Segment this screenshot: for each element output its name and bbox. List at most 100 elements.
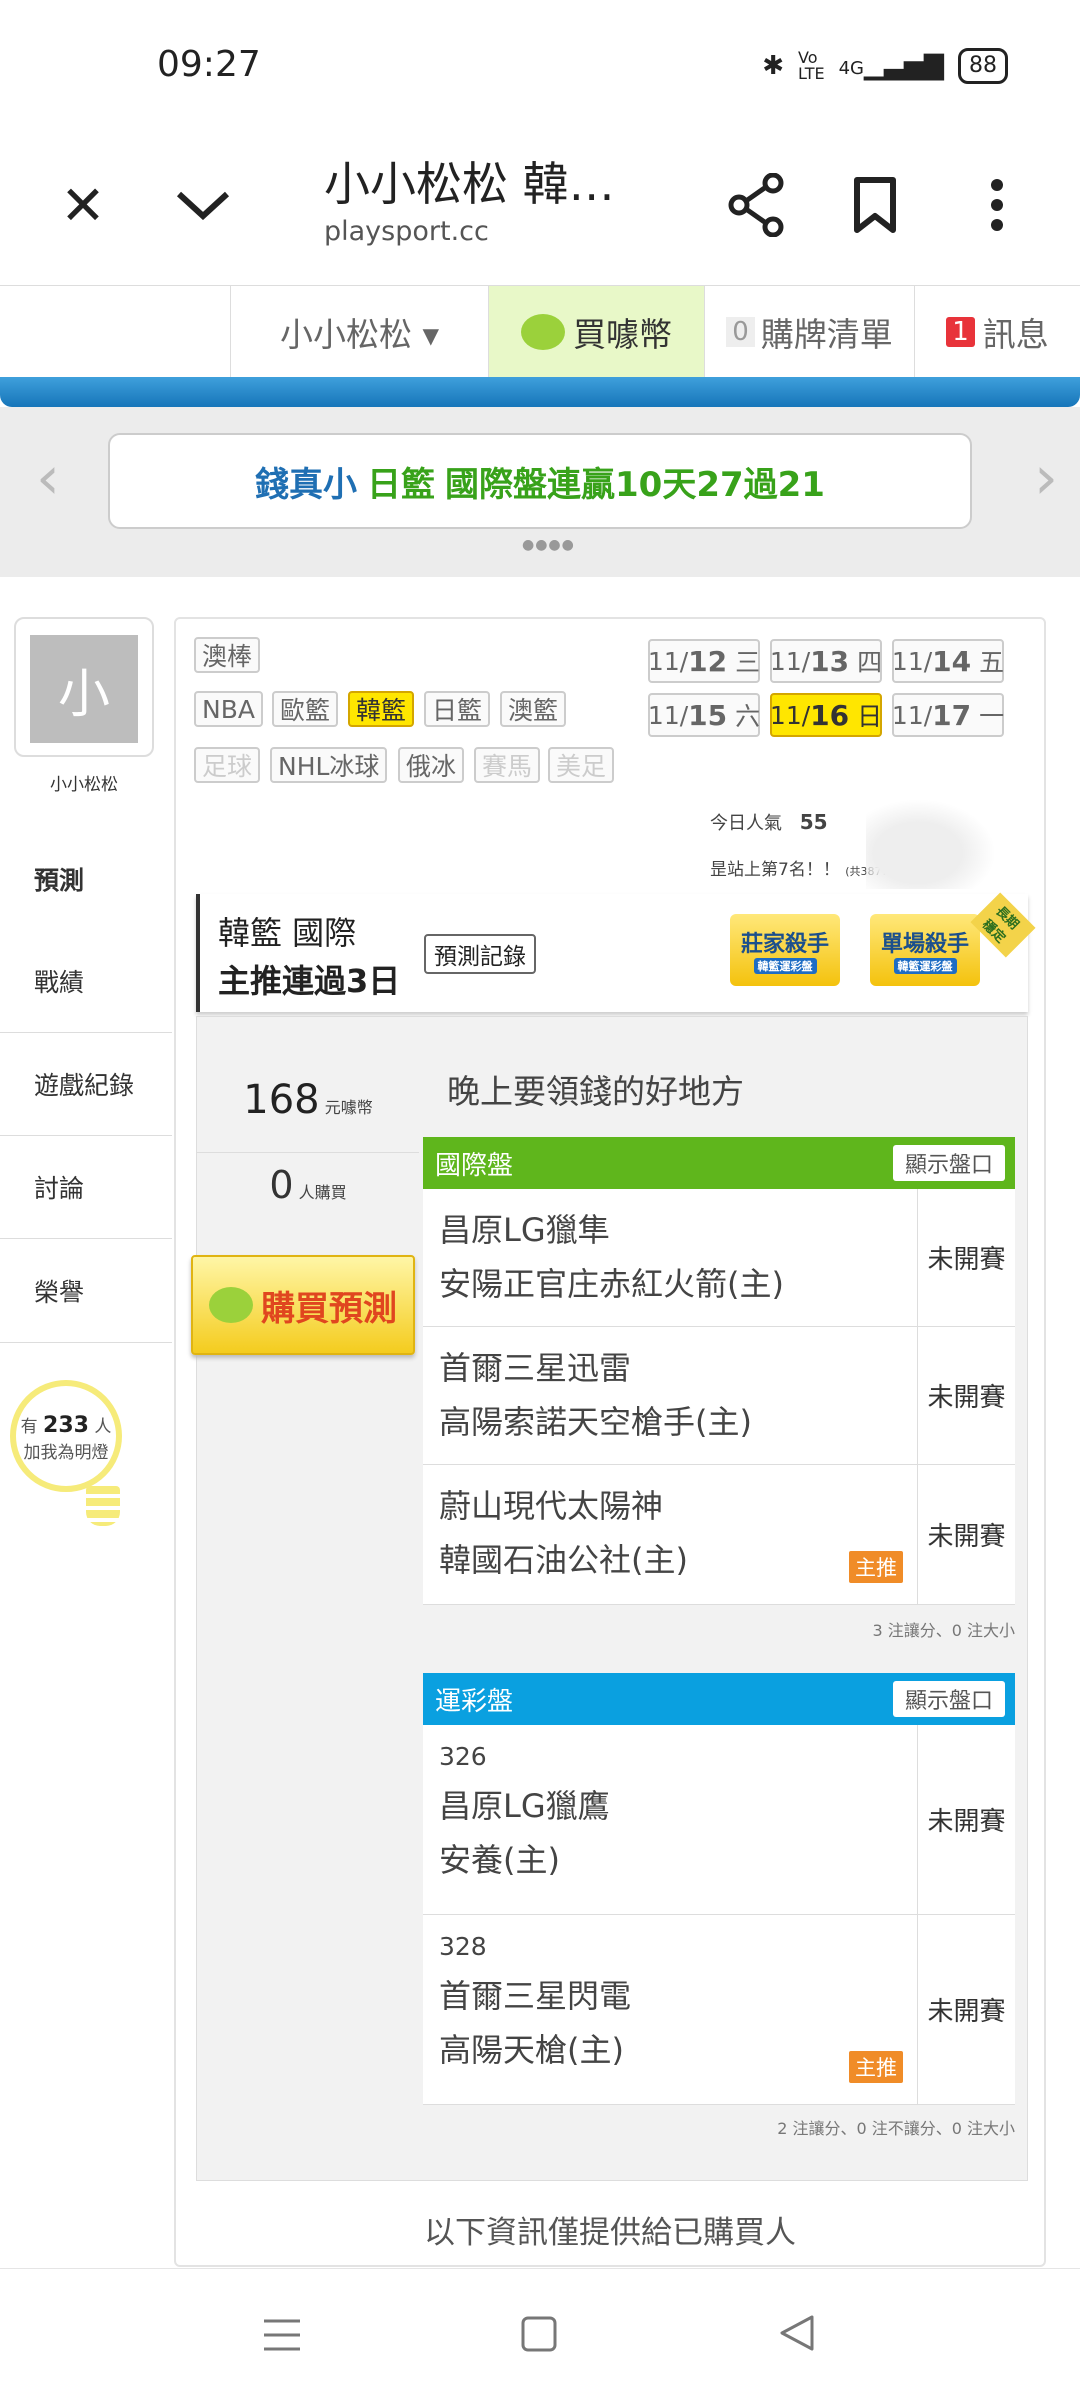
single-killer-badge: 單場殺手 韓籃運彩盤 (870, 914, 980, 986)
buy-prediction-label: 購買預測 (261, 1288, 397, 1329)
message-button[interactable]: 1 訊息 (914, 286, 1080, 378)
browser-toolbar: ✕ 小小松松 韓… playsport.cc (0, 120, 1080, 285)
home-team: 安陽正官庄赤紅火箭(主) (439, 1265, 784, 1303)
league-tag[interactable]: NBA (194, 691, 263, 727)
popularity-value: 55 (799, 810, 828, 834)
away-team: 首爾三星閃電 (439, 1977, 632, 2015)
share-icon[interactable] (722, 170, 792, 240)
league-tag[interactable]: 歐籃 (272, 691, 339, 727)
game-status: 未開賽 (917, 1465, 1015, 1604)
avatar-frame[interactable]: 小 (14, 617, 154, 757)
volte-icon: Vo LTE (798, 48, 825, 83)
game-row: 326 昌原LG獵鷹 安養(主) 未開賽 (423, 1725, 1015, 1915)
prediction-headline: 晚上要領錢的好地方 (447, 1072, 744, 1111)
buy-coin-button[interactable]: 買噱幣 (488, 286, 704, 378)
league-summary: 韓籃 國際 主推連過3日 預測記錄 莊家殺手 韓籃運彩盤 單場殺手 韓籃運彩盤 長期… (196, 892, 1036, 1012)
close-icon[interactable]: ✕ (48, 170, 118, 240)
cart-label: 購牌清單 (760, 315, 893, 354)
show-odds-button[interactable]: 顯示盤口 (892, 1145, 1005, 1181)
popularity: 今日人氣 55 (710, 809, 828, 835)
away-team: 蔚山現代太陽神 (439, 1487, 664, 1525)
signal-icon: 4G▁▃▅▇ (838, 51, 944, 81)
side-nav-honor[interactable]: 榮譽 (0, 1240, 172, 1343)
fans-prefix: 有 (20, 1417, 38, 1437)
away-team: 昌原LG獵隼 (439, 1211, 610, 1249)
user-menu[interactable]: 小小松松 ▾ (230, 286, 488, 378)
main-pick-badge: 主推 (849, 2051, 903, 2083)
league-tag[interactable]: NHL冰球 (270, 747, 388, 783)
buyers-unit: 人購買 (298, 1183, 347, 1202)
league-streak: 主推連過3日 (218, 962, 401, 1000)
side-nav-record[interactable]: 戰績 (0, 930, 172, 1033)
date-tab-selected[interactable]: 11/16 日 (770, 693, 882, 737)
cart-count: 0 (726, 317, 755, 347)
banner-text[interactable]: 錢真小 日籃 國際盤連贏10天27過21 (108, 433, 972, 529)
menu-icon[interactable] (262, 2309, 302, 2365)
game-status: 未開賽 (917, 1725, 1015, 1914)
lottery-market-title: 運彩盤 (435, 1686, 514, 1717)
main-content: 澳棒 NBA 歐籃 韓籃 日籃 澳籃 足球 NHL冰球 俄冰 賽馬 美足 11/… (174, 617, 1046, 2267)
banner-area: ‹ 錢真小 日籃 國際盤連贏10天27過21 › ●●●● (0, 407, 1080, 577)
game-row: 328 首爾三星閃電 高陽天槍(主) 主推 未開賽 (423, 1915, 1015, 2105)
status-icons: ✱ Vo LTE 4G▁▃▅▇ 88 (762, 48, 1008, 84)
header-divider (0, 377, 1080, 407)
league-tag[interactable]: 俄冰 (398, 747, 465, 783)
lottery-market-header: 運彩盤 顯示盤口 (423, 1673, 1015, 1725)
price: 168 元噱幣 (197, 1077, 419, 1123)
league-tag[interactable]: 日籃 (424, 691, 491, 727)
league-title: 韓籃 國際 (218, 914, 357, 952)
show-odds-button[interactable]: 顯示盤口 (892, 1681, 1005, 1717)
profile-name[interactable]: 小小松松 (0, 770, 168, 795)
clock: 09:27 (157, 44, 261, 85)
date-tab[interactable]: 11/14 五 (892, 639, 1004, 683)
side-nav-discussion[interactable]: 討論 (0, 1136, 172, 1239)
date-tab[interactable]: 11/13 四 (770, 639, 882, 683)
chevron-down-icon[interactable] (168, 170, 238, 240)
price-unit: 元噱幣 (324, 1098, 373, 1117)
date-tab[interactable]: 11/12 三 (648, 639, 760, 683)
bookmark-icon[interactable] (840, 170, 910, 240)
back-icon[interactable] (778, 2309, 816, 2365)
prediction-record-button[interactable]: 預測記錄 (424, 934, 536, 974)
buy-prediction-button[interactable]: 購買預測 (191, 1255, 415, 1355)
game-number: 328 (439, 1932, 487, 1961)
league-tag-disabled: 足球 (194, 747, 261, 783)
bluetooth-icon: ✱ (762, 51, 785, 81)
cart-button[interactable]: 0 購牌清單 (704, 286, 914, 378)
league-tag[interactable]: 澳棒 (194, 637, 261, 673)
lottery-bet-summary: 2 注讓分、0 注不讓分、0 注大小 (777, 2119, 1015, 2138)
home-icon[interactable] (520, 2309, 558, 2365)
home-team: 安養(主) (439, 1841, 560, 1879)
game-status: 未開賽 (917, 1189, 1015, 1326)
banner-next-icon[interactable]: › (1034, 443, 1058, 513)
side-nav-game-log[interactable]: 遊戲紀錄 (0, 1033, 172, 1136)
battery-icon: 88 (958, 48, 1008, 84)
date-tab[interactable]: 11/17 一 (892, 693, 1004, 737)
home-team: 韓國石油公社(主) (439, 1541, 688, 1579)
page-url: playsport.cc (324, 216, 489, 247)
system-nav-bar (0, 2268, 1080, 2400)
game-row: 首爾三星迅雷 高陽索諾天空槍手(主) 未開賽 (423, 1327, 1015, 1465)
coin-icon (209, 1287, 253, 1323)
fans-count: 233 (43, 1413, 89, 1438)
side-nav-predict[interactable]: 預測 (0, 828, 172, 931)
game-row: 昌原LG獵隼安陽正官庄赤紅火箭(主) 未開賽 (423, 1189, 1015, 1327)
intl-market-header: 國際盤 顯示盤口 (423, 1137, 1015, 1189)
bulb-base-icon (86, 1486, 120, 1526)
league-tag-selected[interactable]: 韓籃 (348, 691, 415, 727)
league-tag-disabled: 賽馬 (474, 747, 541, 783)
fans-bulb[interactable]: 有 233 人 加我為明燈 (10, 1380, 122, 1492)
message-count: 1 (946, 317, 975, 347)
coin-icon (521, 314, 565, 350)
fans-caption: 加我為明燈 (23, 1443, 109, 1463)
date-tab[interactable]: 11/15 六 (648, 693, 760, 737)
buyers-count: 0 (269, 1163, 294, 1207)
status-bar: 09:27 ✱ Vo LTE 4G▁▃▅▇ 88 (0, 0, 1080, 120)
price-value: 168 (243, 1077, 320, 1123)
game-row: 蔚山現代太陽神 韓國石油公社(主) 主推 未開賽 (423, 1465, 1015, 1605)
stable-ribbon: 長期穩定 (970, 892, 1036, 958)
banner-prev-icon[interactable]: ‹ (36, 443, 60, 513)
more-icon[interactable] (962, 170, 1032, 240)
league-tag[interactable]: 澳籃 (500, 691, 567, 727)
away-team: 昌原LG獵鷹 (439, 1787, 610, 1825)
